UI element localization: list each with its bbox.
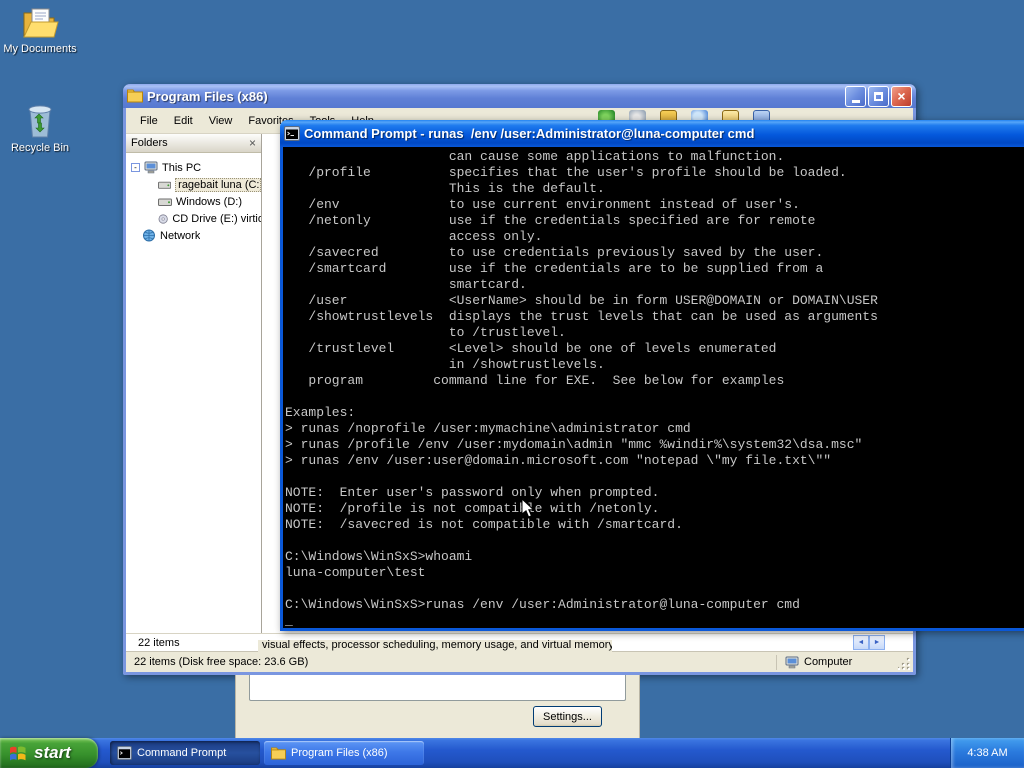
tree-item-drive-c[interactable]: ragebait luna (C:) (126, 176, 261, 193)
my-documents-icon (23, 8, 59, 38)
network-icon (143, 229, 155, 242)
scroll-left-icon[interactable]: ◄ (853, 635, 869, 650)
tree-item-network[interactable]: Network (126, 227, 261, 244)
console-area[interactable]: can cause some applications to malfuncti… (280, 147, 1024, 631)
computer-icon (144, 161, 158, 174)
performance-group-fragment: visual effects, processor scheduling, me… (258, 640, 612, 654)
horizontal-scrollbar[interactable]: ◄ ► (853, 635, 885, 650)
tree-item-this-pc[interactable]: - This PC (126, 159, 261, 176)
system-tray: 4:38 AM (950, 738, 1024, 768)
command-prompt-title: Command Prompt - runas /env /user:Admini… (304, 126, 755, 141)
status-zone-label: Computer (804, 656, 853, 668)
tree-item-drive-d[interactable]: Windows (D:) (126, 193, 261, 210)
desktop-icon-label: My Documents (3, 43, 77, 55)
close-button[interactable]: × (891, 85, 912, 107)
folders-pane: Folders × - This PC ragebait luna (C:) W… (126, 134, 262, 633)
explorer-statusbar: 22 items (Disk free space: 23.6 GB) Comp… (126, 651, 913, 672)
system-properties-fragment: Settings... (235, 675, 640, 741)
drive-icon (158, 198, 172, 206)
tree-item-label: This PC (162, 161, 202, 174)
tree-item-label: CD Drive (E:) virtio-win (172, 212, 261, 225)
explorer-titlebar[interactable]: Program Files (x86) × (123, 84, 916, 108)
tree-item-label: Network (160, 229, 201, 242)
tree-item-label: ragebait luna (C:) (175, 177, 261, 192)
cd-drive-icon (158, 213, 168, 224)
settings-button[interactable]: Settings... (533, 706, 602, 727)
taskbar: start Command Prompt Program Files (x86)… (0, 738, 1024, 768)
dialog-groupbox (249, 675, 626, 701)
command-prompt-titlebar[interactable]: Command Prompt - runas /env /user:Admini… (280, 120, 1024, 147)
desktop-icon-my-documents[interactable]: My Documents (1, 7, 79, 55)
windows-flag-icon (10, 746, 26, 760)
recycle-bin-icon (28, 105, 52, 138)
performance-text: visual effects, processor scheduling, me… (262, 640, 612, 651)
folders-close-icon[interactable]: × (249, 137, 256, 149)
folders-header-label: Folders (131, 137, 168, 149)
start-button-label: start (34, 743, 71, 762)
taskbar-clock[interactable]: 4:38 AM (967, 747, 1007, 759)
explorer-title: Program Files (x86) (147, 88, 268, 104)
status-items-text: 22 items (Disk free space: 23.6 GB) (134, 656, 309, 668)
start-button[interactable]: start (0, 738, 98, 768)
folder-icon (127, 89, 143, 103)
maximize-button[interactable] (868, 85, 889, 107)
desktop-icon-label: Recycle Bin (10, 142, 70, 154)
collapse-icon[interactable]: - (131, 163, 140, 172)
folder-icon (271, 746, 286, 760)
desktop-icon-recycle-bin[interactable]: Recycle Bin (1, 100, 79, 154)
folders-tree: - This PC ragebait luna (C:) Windows (D:… (126, 153, 261, 244)
status-zone: Computer (776, 654, 853, 670)
resize-grip[interactable] (898, 657, 911, 670)
command-prompt-window: Command Prompt - runas /env /user:Admini… (280, 120, 1024, 631)
taskbar-button-label: Program Files (x86) (291, 747, 388, 759)
taskbar-button-command-prompt[interactable]: Command Prompt (110, 741, 260, 765)
mouse-cursor (521, 498, 535, 518)
tree-item-label: Windows (D:) (176, 195, 243, 208)
computer-icon (785, 656, 799, 668)
minimize-button[interactable] (845, 85, 866, 107)
folders-header: Folders × (126, 134, 261, 153)
command-prompt-icon (117, 746, 132, 760)
menu-file[interactable]: File (132, 112, 166, 130)
taskbar-button-program-files[interactable]: Program Files (x86) (264, 741, 424, 765)
console-text: can cause some applications to malfuncti… (285, 149, 878, 628)
taskbar-button-label: Command Prompt (137, 747, 227, 759)
drive-icon (158, 181, 172, 189)
menu-edit[interactable]: Edit (166, 112, 201, 130)
tree-item-cd-drive[interactable]: CD Drive (E:) virtio-win (126, 210, 261, 227)
command-prompt-icon (284, 126, 300, 141)
items-count: 22 items (138, 636, 180, 649)
menu-view[interactable]: View (201, 112, 241, 130)
scroll-right-icon[interactable]: ► (869, 635, 885, 650)
